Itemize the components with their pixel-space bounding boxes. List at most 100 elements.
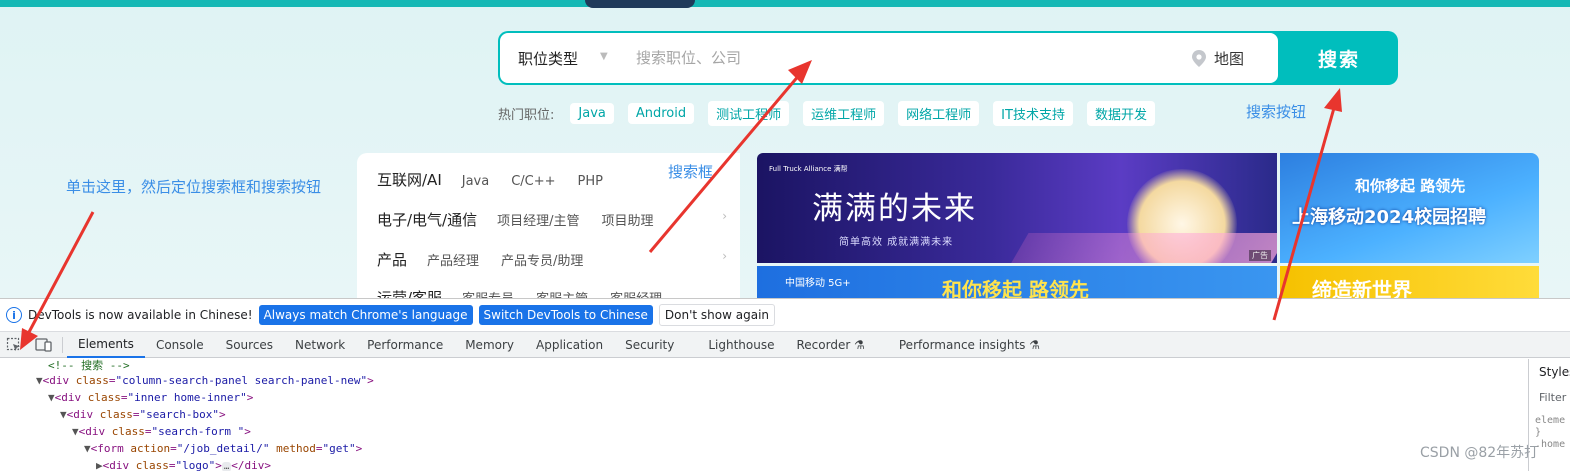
hot-jobs-label: 热门职位: [498, 108, 555, 123]
dom-tag: form [97, 442, 124, 455]
dom-node[interactable]: ▼<div class="search-form "> [72, 425, 251, 438]
info-icon: i [6, 307, 22, 323]
flask-icon: ⚗ [854, 337, 865, 352]
expand-triangle-icon[interactable]: ▼ [72, 425, 79, 438]
map-button[interactable]: 地图 [1190, 48, 1244, 69]
dom-node[interactable]: ▼<div class="column-search-panel search-… [36, 374, 374, 387]
top-header-strip [0, 0, 1570, 7]
expand-triangle-icon[interactable]: ▼ [36, 374, 43, 387]
hot-jobs: 热门职位: Java Android 测试工程师 运维工程师 网络工程师 IT技… [498, 101, 1155, 126]
category-title[interactable]: 电子/电气/通信 [377, 209, 477, 230]
dom-attr-value: column-search-panel search-panel-new [122, 374, 361, 387]
annotation-click-here: 单击这里，然后定位搜索框和搜索按钮 [66, 178, 322, 196]
chevron-down-icon[interactable]: ▼ [600, 51, 608, 62]
dom-comment[interactable]: <!-- 搜索 --> [48, 359, 130, 373]
hot-job-tag[interactable]: IT技术支持 [993, 101, 1073, 126]
dom-tag: div [85, 425, 106, 438]
dom-node[interactable]: ▼<div class="inner home-inner"> [48, 391, 253, 404]
devtools-language-notice: i DevTools is now available in Chinese! … [0, 299, 1570, 332]
banner-subtitle: 简单高效 成就满满未来 [839, 237, 954, 248]
switch-language-button[interactable]: Switch DevTools to Chinese [478, 305, 653, 325]
banner-yellow[interactable]: 缔造新世界 [1280, 266, 1539, 300]
category-item[interactable]: 产品经理 [427, 250, 479, 269]
banner-logo: Full Truck Alliance 满帮 [769, 165, 848, 173]
dom-tag: div [73, 408, 94, 421]
styles-rules: eleme } .home [1535, 415, 1566, 450]
tab-elements[interactable]: Elements [67, 332, 145, 358]
banner-china-mobile-campus[interactable]: 和你移起 路领先 上海移动2024校园招聘 [1280, 153, 1539, 263]
search-input[interactable] [636, 43, 1156, 73]
banner-china-mobile[interactable]: 中国移动 5G+ 和你移起 路领先 [757, 266, 1277, 300]
collapsed-children-ellipsis[interactable]: … [221, 462, 232, 471]
styles-filter-input[interactable]: Filter [1539, 391, 1566, 404]
map-pin-icon [1192, 49, 1206, 67]
tab-styles[interactable]: Styles [1539, 365, 1570, 379]
hot-job-tag[interactable]: Java [570, 103, 614, 124]
watermark: CSDN @82年苏打 [1420, 445, 1539, 461]
hot-job-tag[interactable]: 数据开发 [1086, 101, 1155, 126]
dom-tag: div [244, 459, 265, 471]
tab-performance-insights[interactable]: Performance insights ⚗ [888, 332, 1051, 358]
category-item[interactable]: C/C++ [511, 174, 555, 189]
devtools-panel: i DevTools is now available in Chinese! … [0, 298, 1570, 471]
tab-console[interactable]: Console [145, 332, 215, 358]
dom-tag: div [61, 391, 82, 404]
toolbar-divider [62, 336, 63, 353]
search-button[interactable]: 搜索 [1280, 31, 1398, 85]
search-inner: 职位类型 ▼ 地图 [500, 33, 1278, 83]
ad-badge: 广告 [1249, 250, 1271, 261]
device-toolbar-icon[interactable] [34, 335, 54, 355]
hot-job-tag[interactable]: Android [627, 103, 695, 124]
dom-attr-value: search-box [146, 408, 213, 421]
hot-job-tag[interactable]: 运维工程师 [803, 101, 885, 126]
category-row[interactable]: 电子/电气/通信 项目经理/主管 项目助理 › [377, 209, 727, 230]
tab-security[interactable]: Security [614, 332, 685, 358]
banner-title: 缔造新世界 [1312, 278, 1412, 300]
dom-node[interactable]: ▶<div class="logo">… </div> [96, 459, 271, 471]
category-title[interactable]: 互联网/AI [377, 169, 442, 190]
banner-full-truck-alliance[interactable]: Full Truck Alliance 满帮 满满的未来 简单高效 成就满满未来… [757, 153, 1277, 263]
tab-sources[interactable]: Sources [215, 332, 284, 358]
category-row[interactable]: 产品 产品经理 产品专员/助理 › [377, 249, 727, 270]
annotation-search-box: 搜索框 [668, 163, 714, 181]
expand-triangle-icon[interactable]: ▼ [48, 391, 55, 404]
header-image [585, 0, 695, 8]
hot-job-tag[interactable]: 测试工程师 [708, 101, 790, 126]
category-item[interactable]: 项目经理/主管 [497, 210, 579, 229]
tab-performance-insights-label: Performance insights [898, 337, 1026, 352]
tab-network[interactable]: Network [284, 332, 356, 358]
chevron-right-icon: › [722, 209, 727, 223]
match-language-button[interactable]: Always match Chrome's language [258, 305, 473, 325]
expand-triangle-icon[interactable]: ▼ [84, 442, 91, 455]
dom-attr-value: logo [182, 459, 209, 471]
hot-job-tag[interactable]: 网络工程师 [898, 101, 980, 126]
inspect-element-icon[interactable] [4, 335, 24, 355]
category-item[interactable]: PHP [578, 174, 603, 189]
banner-logo: 中国移动 5G+ [785, 278, 851, 289]
tab-performance[interactable]: Performance [356, 332, 454, 358]
dom-attr-value: search-form [158, 425, 238, 438]
tab-recorder[interactable]: Recorder ⚗ [786, 332, 876, 358]
tab-application[interactable]: Application [525, 332, 614, 358]
banner-title: 上海移动2024校园招聘 [1292, 207, 1487, 228]
category-item[interactable]: 产品专员/助理 [501, 250, 583, 269]
dom-node[interactable]: ▼<div class="search-box"> [60, 408, 226, 421]
chevron-right-icon: › [722, 249, 727, 263]
expand-triangle-icon[interactable]: ▼ [60, 408, 67, 421]
category-title[interactable]: 产品 [377, 249, 407, 270]
tab-lighthouse[interactable]: Lighthouse [697, 332, 785, 358]
tab-memory[interactable]: Memory [454, 332, 525, 358]
annotation-search-button: 搜索按钮 [1246, 103, 1307, 121]
tab-recorder-label: Recorder [796, 337, 851, 352]
banner-road [1005, 233, 1277, 263]
job-type-dropdown[interactable]: 职位类型 [518, 48, 578, 69]
banner-title: 满满的未来 [812, 191, 977, 227]
category-item[interactable]: 项目助理 [602, 210, 654, 229]
website-viewport: 职位类型 ▼ 地图 搜索 热门职位: Java Android 测试工程师 运维… [0, 0, 1570, 300]
collapse-triangle-icon[interactable]: ▶ [96, 459, 103, 471]
category-item[interactable]: Java [462, 174, 489, 189]
dont-show-again-button[interactable]: Don't show again [658, 304, 776, 326]
dom-node[interactable]: ▼<form action="/job_detail/" method="get… [84, 442, 362, 455]
dom-tag: div [49, 374, 70, 387]
dom-attr-value: get [329, 442, 349, 455]
